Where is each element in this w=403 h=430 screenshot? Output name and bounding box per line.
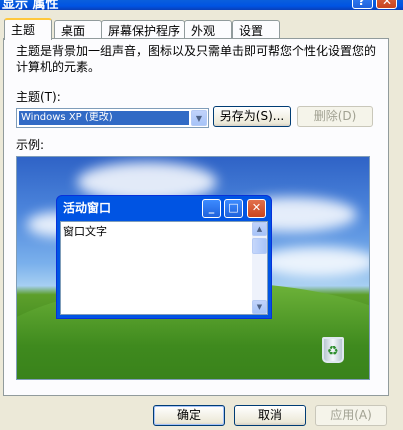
minimize-icon: _ xyxy=(202,199,221,218)
close-icon: ✕ xyxy=(382,0,393,8)
window-title: 显示 属性 xyxy=(2,0,59,10)
close-button[interactable]: ✕ xyxy=(376,0,397,9)
close-icon: ✕ xyxy=(247,199,266,218)
save-as-button[interactable]: 另存为(S)... xyxy=(213,106,291,127)
tab-settings[interactable]: 设置 xyxy=(232,20,280,39)
scroll-down-icon: ▼ xyxy=(252,300,267,314)
tab-appearance[interactable]: 外观 xyxy=(184,20,232,39)
preview-window-title: 活动窗口 xyxy=(63,201,112,215)
cloud xyxy=(257,247,369,277)
preview-window-body: 窗口文字 ▲ ▼ xyxy=(60,221,268,315)
apply-button[interactable]: 应用(A) xyxy=(315,405,387,426)
help-button[interactable]: ? xyxy=(352,0,373,9)
theme-select[interactable]: Windows XP (更改) ▼ xyxy=(16,108,209,128)
ok-button[interactable]: 确定 xyxy=(153,405,225,426)
themes-panel: 主题是背景加一组声音，图标以及只需单击即可帮您个性化设置您的计算机的元素。 主题… xyxy=(3,38,389,396)
title-bar: 显示 属性 ? ✕ xyxy=(0,0,403,10)
help-icon: ? xyxy=(358,0,365,8)
theme-select-value: Windows XP (更改) xyxy=(19,111,189,125)
theme-description: 主题是背景加一组声音，图标以及只需单击即可帮您个性化设置您的计算机的元素。 xyxy=(16,44,377,74)
tab-strip: 主题 桌面 屏幕保护程序 外观 设置 xyxy=(4,18,399,40)
preview-scrollbar: ▲ ▼ xyxy=(252,222,267,314)
preview-label: 示例: xyxy=(16,138,45,152)
scroll-up-icon: ▲ xyxy=(252,222,267,236)
delete-button[interactable]: 删除(D) xyxy=(297,106,373,127)
preview-window: 活动窗口 _ □ ✕ 窗口文字 ▲ ▼ xyxy=(56,195,272,319)
theme-preview: 活动窗口 _ □ ✕ 窗口文字 ▲ ▼ ♻ xyxy=(16,156,370,380)
theme-label: 主题(T): xyxy=(16,90,61,104)
tab-themes[interactable]: 主题 xyxy=(4,18,52,40)
recycle-bin-icon: ♻ xyxy=(322,337,344,363)
maximize-icon: □ xyxy=(224,199,243,218)
preview-window-text: 窗口文字 xyxy=(63,225,107,238)
cancel-button[interactable]: 取消 xyxy=(234,405,306,426)
scroll-thumb xyxy=(252,238,267,254)
tab-desktop[interactable]: 桌面 xyxy=(54,20,102,39)
tab-screensaver[interactable]: 屏幕保护程序 xyxy=(101,20,185,39)
chevron-down-icon[interactable]: ▼ xyxy=(191,110,207,126)
